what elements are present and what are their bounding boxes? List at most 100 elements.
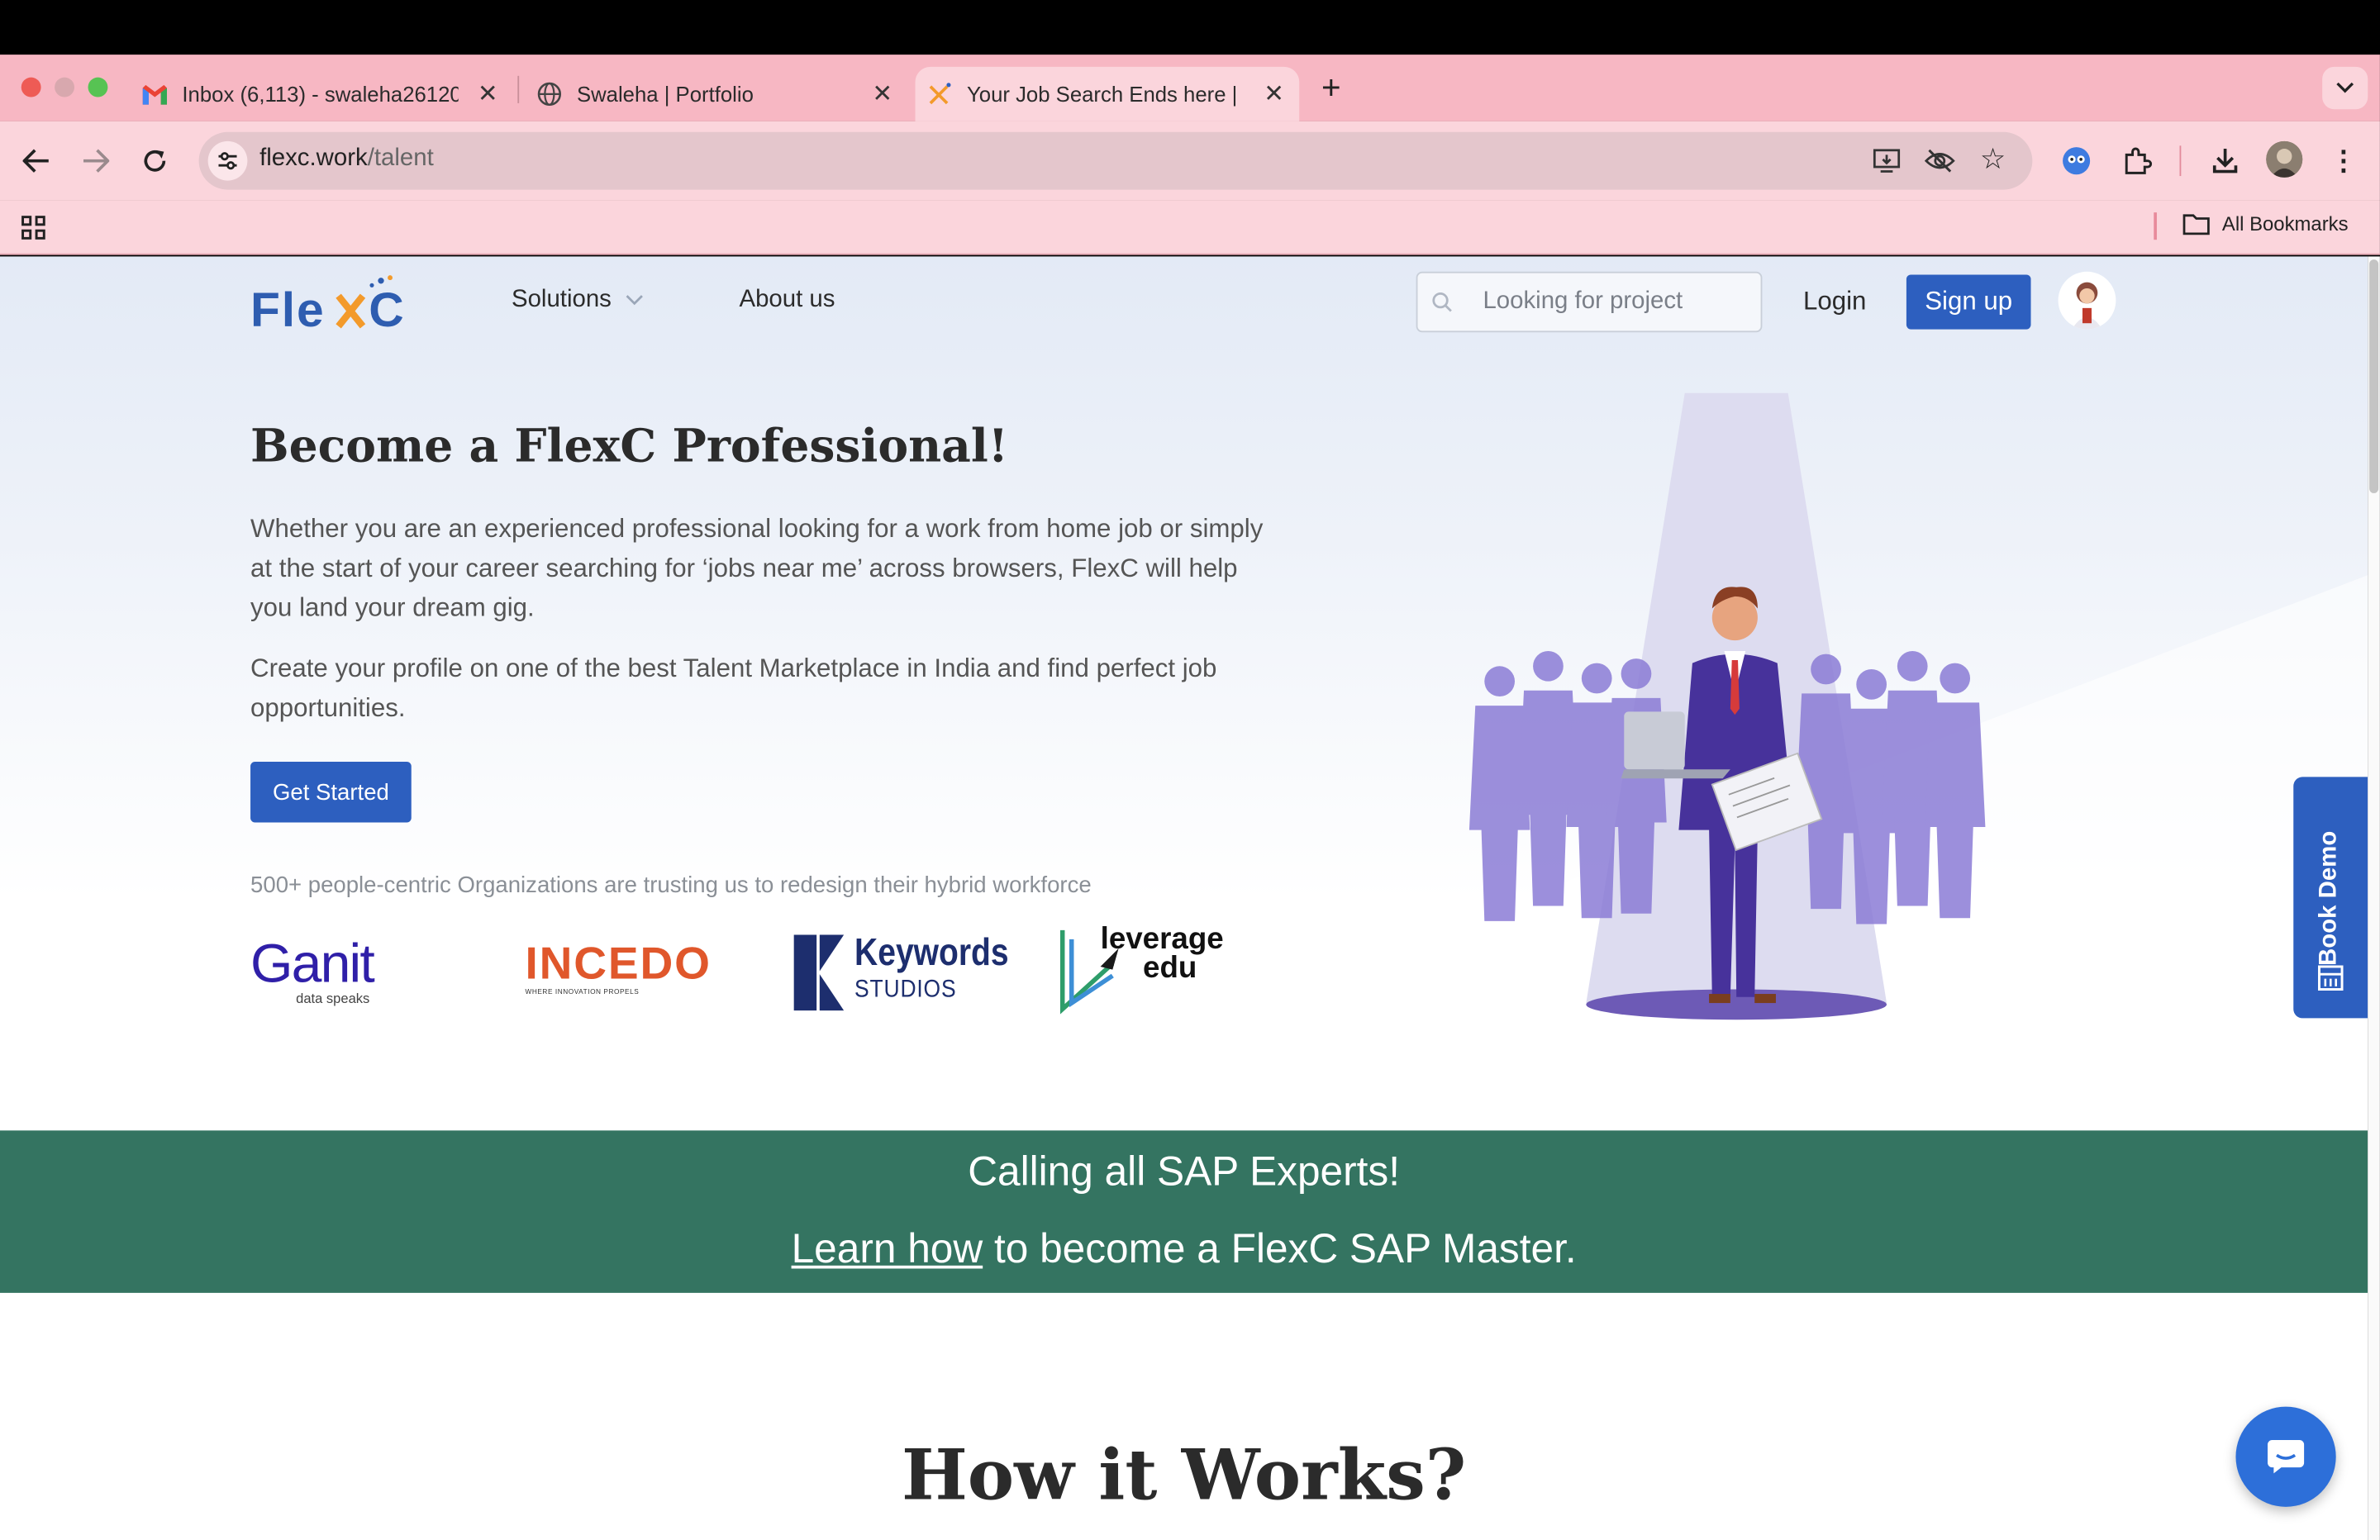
assistant-avatar[interactable] [2058, 271, 2116, 330]
how-it-works-title: How it Works? [901, 1433, 1467, 1516]
tab-inbox[interactable]: Inbox (6,113) - swaleha26120 ✕ [127, 67, 513, 121]
arrow-left-icon [22, 149, 49, 173]
login-link[interactable]: Login [1803, 287, 1866, 317]
sap-banner-title: Calling all SAP Experts! [968, 1148, 1401, 1195]
scrollbar-thumb[interactable] [2369, 259, 2379, 493]
flexc-logo-mark: Fle C [250, 275, 404, 337]
tune-icon [218, 152, 237, 170]
get-started-button[interactable]: Get Started [250, 762, 412, 823]
apps-grid-icon [21, 216, 45, 240]
apps-button[interactable] [17, 211, 50, 244]
sap-banner-rest: to become a FlexC SAP Master. [983, 1226, 1577, 1272]
minimize-window-button[interactable] [55, 77, 74, 97]
reload-icon [144, 150, 166, 172]
book-demo-tab[interactable]: Book Demo [2293, 777, 2368, 1019]
webpage: Fle C Solutions About us Looking for pro… [0, 256, 2368, 1540]
flexc-logo[interactable]: Fle C [250, 274, 421, 340]
keywords-wordmark: Keywords [854, 931, 1009, 975]
book-demo-label: Book Demo [2316, 831, 2344, 966]
tab-divider [517, 75, 520, 103]
avatar-icon [2072, 282, 2102, 330]
tab-search-button[interactable] [2322, 66, 2368, 110]
tab-title: Swaleha | Portfolio [576, 82, 754, 107]
zoom-window-button[interactable] [88, 77, 108, 97]
screen-top-bar [0, 0, 2380, 55]
hero-paragraph-1: Whether you are an experienced professio… [250, 514, 1264, 623]
nav-solutions-label: Solutions [511, 287, 612, 313]
all-bookmarks-button[interactable]: All Bookmarks [2182, 212, 2349, 235]
puzzle-icon [2125, 147, 2153, 174]
bookmarks-bar [0, 200, 2380, 255]
learn-how-link[interactable]: Learn how [792, 1226, 983, 1271]
install-icon [1873, 149, 1901, 173]
eye-off-icon [1924, 149, 1955, 173]
hero-title: Become a FlexC Professional! [250, 420, 1008, 474]
forward-button[interactable] [78, 143, 114, 179]
more-vertical-icon: ⋮ [2330, 145, 2358, 176]
reload-button[interactable] [136, 143, 173, 179]
ganit-tagline: data speaks [296, 991, 370, 1006]
address-bar[interactable] [198, 131, 2033, 190]
toolbar-divider [2179, 145, 2182, 177]
nav-solutions[interactable]: Solutions [512, 287, 643, 314]
ganit-logo: Ganit data speaks [250, 931, 402, 1009]
back-button[interactable] [18, 143, 55, 179]
url-text[interactable]: flexc.work/talent [259, 145, 434, 173]
chevron-down-icon [626, 295, 643, 306]
hero-illustration [1468, 392, 1986, 1020]
svg-text:Fle: Fle [250, 283, 325, 332]
bookmark-star-button[interactable]: ☆ [1976, 143, 2009, 176]
tab-title: Inbox (6,113) - swaleha26120 [182, 82, 459, 107]
extension-button[interactable] [2059, 143, 2095, 179]
chat-icon [2268, 1440, 2305, 1474]
download-icon [2212, 148, 2238, 173]
tracking-protection-button[interactable] [1923, 144, 1956, 177]
leverage-edu-logo: leverage edu [1058, 924, 1255, 1019]
incedo-wordmark: incedo [525, 939, 712, 990]
chat-widget-button[interactable] [2235, 1406, 2336, 1507]
bookmarks-divider [2154, 212, 2157, 240]
browser-menu-button[interactable]: ⋮ [2327, 143, 2360, 179]
close-tab-icon[interactable]: ✕ [478, 79, 498, 110]
leverage-wordmark-1: leverage [1100, 922, 1224, 957]
new-tab-button[interactable]: + [1315, 69, 1348, 107]
incedo-logo: incedo WHERE INNOVATION PROPELS [525, 939, 712, 1003]
arrow-right-icon [83, 149, 110, 173]
profile-avatar-button[interactable] [2266, 140, 2303, 178]
extension-owl-icon [2063, 147, 2091, 175]
hero-paragraph-2: Create your profile on one of the best T… [250, 654, 1217, 723]
gmail-icon [142, 82, 168, 106]
book-demo-text: Book Demo [2316, 830, 2343, 966]
folder-icon [2182, 214, 2210, 235]
tab-flexc-active[interactable]: Your Job Search Ends here | F ✕ [915, 66, 1300, 121]
close-tab-icon[interactable]: ✕ [872, 79, 892, 110]
chevron-down-icon [2336, 82, 2354, 93]
avatar-icon [2266, 140, 2303, 178]
signup-button[interactable]: Sign up [1906, 274, 2031, 330]
keywords-k-mark [793, 934, 845, 1011]
keywords-studios-logo: Keywords STUDIOS [793, 931, 1009, 1011]
svg-text:C: C [369, 283, 403, 332]
tab-title: Your Job Search Ends here | F [966, 82, 1244, 107]
url-path: /talent [367, 145, 434, 172]
keywords-subtitle: STUDIOS [854, 977, 957, 1004]
close-tab-icon[interactable]: ✕ [1264, 79, 1284, 110]
extensions-menu-button[interactable] [2119, 143, 2155, 179]
close-window-button[interactable] [21, 77, 41, 97]
downloads-button[interactable] [2207, 143, 2244, 179]
all-bookmarks-label: All Bookmarks [2221, 212, 2349, 235]
ganit-wordmark: Ganit [250, 931, 375, 995]
star-icon: ☆ [1979, 143, 2006, 176]
globe-icon [537, 82, 562, 107]
calendar-icon [2318, 965, 2344, 991]
leverage-wordmark-2: edu [1143, 951, 1197, 986]
sap-banner-subtitle: Learn how to become a FlexC SAP Master. [0, 1226, 2368, 1273]
url-domain: flexc.work [259, 145, 368, 172]
nav-about[interactable]: About us [739, 287, 835, 314]
search-placeholder: Looking for project [1483, 288, 1683, 315]
install-app-button[interactable] [1870, 144, 1903, 177]
tab-portfolio[interactable]: Swaleha | Portfolio ✕ [522, 67, 908, 121]
trust-line: 500+ people-centric Organizations are tr… [250, 872, 1092, 899]
site-info-button[interactable] [207, 140, 248, 181]
flexc-favicon [927, 82, 951, 106]
